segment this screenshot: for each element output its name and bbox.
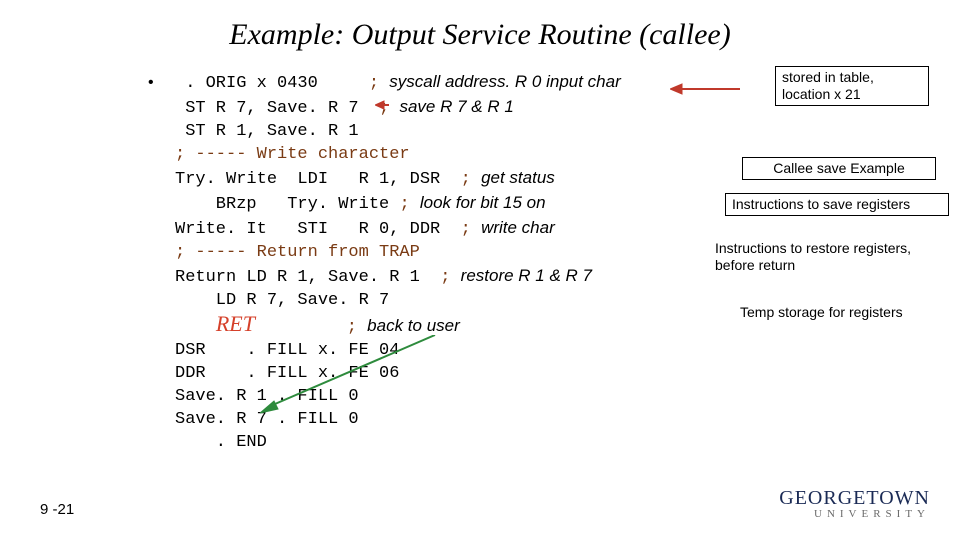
- note-restore-registers: Instructions to restore registers,before…: [715, 240, 950, 274]
- georgetown-logo: GEORGETOWN UNIVERSITY: [779, 487, 930, 520]
- logo-bottom-text: UNIVERSITY: [779, 508, 930, 520]
- code-block: . ORIG x 0430 ; syscall address. R 0 inp…: [175, 70, 705, 454]
- code-line-3: ST R 1, Save. R 1: [175, 122, 359, 141]
- code-line-5c: get status: [481, 168, 555, 187]
- code-line-5b: ;: [461, 170, 481, 189]
- code-line-6a: BRzp Try. Write: [175, 195, 399, 214]
- code-line-9c: restore R 1 & R 7: [461, 266, 592, 285]
- code-line-6c: look for bit 15 on: [420, 193, 546, 212]
- note-stored-in-table: stored in table,location x 21: [775, 66, 929, 106]
- code-line-1c: syscall address. R 0 input char: [389, 72, 621, 91]
- code-line-10: LD R 7, Save. R 7: [175, 291, 389, 310]
- code-line-16: . END: [175, 433, 267, 452]
- arrow-icon: [375, 98, 389, 112]
- code-line-7b: ;: [461, 220, 481, 239]
- bullet-marker: •: [148, 74, 154, 92]
- arrow-icon: [260, 335, 440, 415]
- code-line-11b: RET: [216, 311, 255, 336]
- code-line-11e: back to user: [367, 316, 460, 335]
- note-callee-save: Callee save Example: [742, 157, 936, 180]
- code-line-8: ; ----- Return from TRAP: [175, 243, 420, 262]
- code-line-5a: Try. Write LDI R 1, DSR: [175, 170, 461, 189]
- code-line-7a: Write. It STI R 0, DDR: [175, 220, 461, 239]
- code-line-2a: ST R 7, Save. R 7: [175, 99, 379, 118]
- slide-title: Example: Output Service Routine (callee): [0, 18, 960, 52]
- note-temp-storage: Temp storage for registers: [740, 304, 950, 321]
- note-save-registers: Instructions to save registers: [725, 193, 949, 216]
- code-line-9a: Return LD R 1, Save. R 1: [175, 268, 440, 287]
- code-line-1b: ;: [369, 74, 389, 93]
- slide: Example: Output Service Routine (callee)…: [0, 0, 960, 540]
- code-line-4: ; ----- Write character: [175, 145, 410, 164]
- code-line-2c: save R 7 & R 1: [399, 97, 513, 116]
- code-line-7c: write char: [481, 218, 555, 237]
- code-line-1a: . ORIG x 0430: [175, 74, 369, 93]
- logo-top-text: GEORGETOWN: [779, 487, 930, 509]
- code-line-6b: ;: [399, 195, 419, 214]
- arrow-icon: [670, 82, 740, 96]
- code-line-9b: ;: [440, 268, 460, 287]
- slide-number: 9 -21: [40, 501, 74, 518]
- code-line-11a: [175, 318, 216, 337]
